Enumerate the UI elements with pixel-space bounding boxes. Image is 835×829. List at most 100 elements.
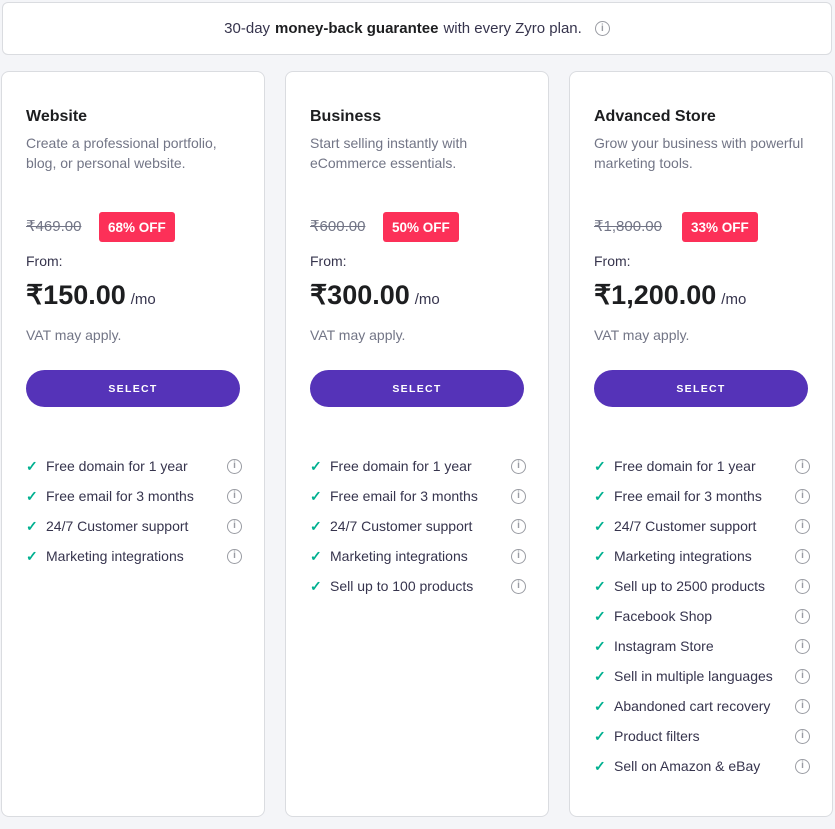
check-icon: ✓ <box>26 457 38 474</box>
plan-description: Grow your business with powerful marketi… <box>594 135 804 171</box>
banner-prefix: 30-day <box>224 20 271 37</box>
select-plan-button[interactable]: SELECT <box>310 370 524 407</box>
feature-item: ✓ Abandoned cart recovery i <box>594 691 810 721</box>
feature-label: Free email for 3 months <box>614 488 762 504</box>
feature-label: Marketing integrations <box>330 548 468 564</box>
plan-name: Business <box>310 108 382 125</box>
check-icon: ✓ <box>594 757 606 774</box>
check-icon: ✓ <box>594 637 606 654</box>
feature-item: ✓ Sell in multiple languages i <box>594 661 810 691</box>
feature-item: ✓ Facebook Shop i <box>594 601 810 631</box>
info-icon[interactable]: i <box>795 548 810 564</box>
feature-list: ✓ Free domain for 1 year i ✓ Free email … <box>310 451 526 601</box>
feature-item: ✓ Free email for 3 months i <box>26 481 242 511</box>
info-icon[interactable]: i <box>795 728 810 744</box>
info-icon[interactable]: i <box>795 518 810 534</box>
plan-price: ₹1,200.00 <box>594 280 717 310</box>
check-icon: ✓ <box>594 547 606 564</box>
select-plan-button[interactable]: SELECT <box>594 370 808 407</box>
plan-name: Website <box>26 108 88 125</box>
info-icon[interactable]: i <box>795 698 810 714</box>
info-icon[interactable]: i <box>795 638 810 654</box>
feature-label: Free domain for 1 year <box>614 458 756 474</box>
feature-item: ✓ Marketing integrations i <box>310 541 526 571</box>
feature-item: ✓ Sell on Amazon & eBay i <box>594 751 810 781</box>
feature-label: Product filters <box>614 728 700 744</box>
discount-badge: 50% OFF <box>383 212 459 242</box>
original-price: ₹1,800.00 <box>594 218 662 235</box>
banner-suffix: with every Zyro plan. <box>443 20 582 37</box>
info-icon[interactable]: i <box>227 548 242 564</box>
per-month-label: /mo <box>721 291 747 308</box>
info-icon[interactable]: i <box>227 518 242 534</box>
feature-item: ✓ Free domain for 1 year i <box>594 451 810 481</box>
feature-label: 24/7 Customer support <box>614 518 757 534</box>
feature-item: ✓ Instagram Store i <box>594 631 810 661</box>
feature-label: Instagram Store <box>614 638 714 654</box>
check-icon: ✓ <box>310 577 322 594</box>
info-icon[interactable]: i <box>795 608 810 624</box>
feature-item: ✓ Free email for 3 months i <box>594 481 810 511</box>
check-icon: ✓ <box>26 517 38 534</box>
feature-label: Sell in multiple languages <box>614 668 773 684</box>
feature-label: Marketing integrations <box>46 548 184 564</box>
info-icon[interactable]: i <box>511 578 526 594</box>
feature-item: ✓ Free domain for 1 year i <box>310 451 526 481</box>
feature-item: ✓ Sell up to 2500 products i <box>594 571 810 601</box>
feature-item: ✓ 24/7 Customer support i <box>26 511 242 541</box>
feature-item: ✓ Marketing integrations i <box>26 541 242 571</box>
feature-list: ✓ Free domain for 1 year i ✓ Free email … <box>26 451 242 571</box>
from-label: From: <box>310 253 347 269</box>
check-icon: ✓ <box>26 487 38 504</box>
from-label: From: <box>26 253 63 269</box>
feature-item: ✓ Free domain for 1 year i <box>26 451 242 481</box>
per-month-label: /mo <box>414 291 440 308</box>
feature-item: ✓ Free email for 3 months i <box>310 481 526 511</box>
feature-label: Sell up to 100 products <box>330 578 474 594</box>
price-row: ₹150.00 /mo <box>26 280 156 311</box>
check-icon: ✓ <box>310 517 322 534</box>
info-icon[interactable]: i <box>511 548 526 564</box>
info-icon[interactable]: i <box>795 668 810 684</box>
info-icon[interactable]: i <box>227 488 242 504</box>
feature-label: Facebook Shop <box>614 608 713 624</box>
check-icon: ✓ <box>594 667 606 684</box>
select-plan-button[interactable]: SELECT <box>26 370 240 407</box>
discount-badge: 68% OFF <box>99 212 175 242</box>
check-icon: ✓ <box>594 697 606 714</box>
original-price: ₹600.00 <box>310 218 366 235</box>
check-icon: ✓ <box>594 607 606 624</box>
feature-item: ✓ 24/7 Customer support i <box>310 511 526 541</box>
info-icon[interactable]: i <box>511 518 526 534</box>
check-icon: ✓ <box>310 547 322 564</box>
check-icon: ✓ <box>26 547 38 564</box>
info-icon[interactable]: i <box>594 21 610 36</box>
price-row: ₹1,200.00 /mo <box>594 280 746 311</box>
info-icon[interactable]: i <box>795 758 810 774</box>
feature-item: ✓ Product filters i <box>594 721 810 751</box>
check-icon: ✓ <box>594 517 606 534</box>
per-month-label: /mo <box>130 291 156 308</box>
info-icon[interactable]: i <box>795 458 810 474</box>
feature-label: 24/7 Customer support <box>46 518 189 534</box>
plan-name: Advanced Store <box>594 108 716 125</box>
info-icon[interactable]: i <box>795 578 810 594</box>
plan-price: ₹150.00 <box>26 280 126 310</box>
feature-label: Marketing integrations <box>614 548 752 564</box>
vat-note: VAT may apply. <box>310 327 406 343</box>
info-icon[interactable]: i <box>511 488 526 504</box>
info-icon[interactable]: i <box>511 458 526 474</box>
feature-item: ✓ Marketing integrations i <box>594 541 810 571</box>
feature-label: Free email for 3 months <box>330 488 478 504</box>
discount-badge: 33% OFF <box>682 212 758 242</box>
check-icon: ✓ <box>594 457 606 474</box>
feature-label: Free domain for 1 year <box>330 458 472 474</box>
plan-price: ₹300.00 <box>310 280 410 310</box>
info-icon[interactable]: i <box>795 488 810 504</box>
from-label: From: <box>594 253 631 269</box>
check-icon: ✓ <box>594 577 606 594</box>
feature-label: Sell on Amazon & eBay <box>614 758 761 774</box>
info-icon[interactable]: i <box>227 458 242 474</box>
plan-description: Create a professional portfolio, blog, o… <box>26 135 217 171</box>
feature-label: Sell up to 2500 products <box>614 578 765 594</box>
